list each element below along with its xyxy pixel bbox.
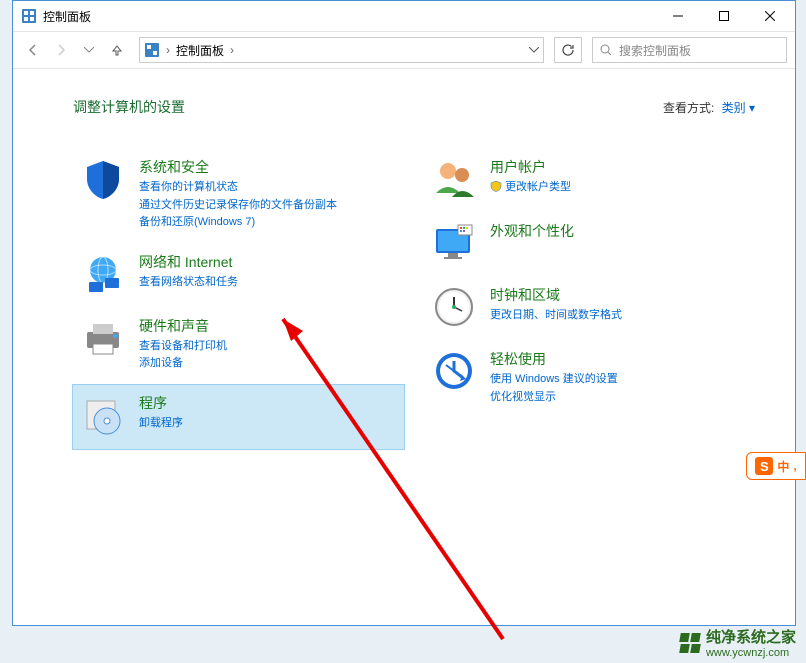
view-by: 查看方式: 类别 ▾ <box>663 99 755 116</box>
users-icon <box>432 157 476 201</box>
watermark-logo <box>680 633 700 653</box>
watermark-name: 纯净系统之家 <box>706 626 796 647</box>
control-panel-window: 控制面板 › 控制面板 › 搜索控制面板 调整计算机的设置 查看方式: 类别 ▾ <box>12 0 796 626</box>
category-sub[interactable]: 备份和还原(Windows 7) <box>139 214 396 232</box>
category-title[interactable]: 硬件和声音 <box>139 316 396 336</box>
address-bar[interactable]: › 控制面板 › <box>139 37 544 63</box>
category-title[interactable]: 时钟和区域 <box>490 285 747 305</box>
search-placeholder: 搜索控制面板 <box>619 42 691 59</box>
close-button[interactable] <box>747 1 793 31</box>
category-sub[interactable]: 添加设备 <box>139 355 396 373</box>
maximize-button[interactable] <box>701 1 747 31</box>
category-title[interactable]: 用户帐户 <box>490 157 747 177</box>
recent-dropdown[interactable] <box>77 38 101 62</box>
category-sub[interactable]: 使用 Windows 建议的设置 <box>490 371 747 389</box>
up-button[interactable] <box>105 38 129 62</box>
category-user-accounts[interactable]: 用户帐户 更改帐户类型 <box>424 149 755 213</box>
refresh-button[interactable] <box>554 37 582 63</box>
ime-badge[interactable]: S 中 , <box>746 452 806 480</box>
category-sub[interactable]: 优化视觉显示 <box>490 389 747 407</box>
category-sub[interactable]: 查看网络状态和任务 <box>139 274 396 292</box>
category-sub[interactable]: 卸载程序 <box>139 415 396 433</box>
category-appearance[interactable]: 外观和个性化 <box>424 213 755 277</box>
breadcrumb-sep: › <box>166 43 170 57</box>
category-sub[interactable]: 查看设备和打印机 <box>139 338 396 356</box>
ease-icon <box>432 349 476 393</box>
monitor-icon <box>432 221 476 265</box>
category-sub[interactable]: 更改日期、时间或数字格式 <box>490 307 747 325</box>
back-button[interactable] <box>21 38 45 62</box>
disc-icon <box>81 393 125 437</box>
minimize-button[interactable] <box>655 1 701 31</box>
content-area: 调整计算机的设置 查看方式: 类别 ▾ 系统和安全 查看你的计算机状态 通过文件… <box>13 69 795 625</box>
control-panel-icon <box>21 8 37 24</box>
ime-label: 中 <box>777 458 789 475</box>
view-by-dropdown[interactable]: 类别 ▾ <box>722 101 755 115</box>
control-panel-icon <box>144 42 160 58</box>
category-hardware-sound[interactable]: 硬件和声音 查看设备和打印机 添加设备 <box>73 308 404 385</box>
category-title[interactable]: 网络和 Internet <box>139 252 396 272</box>
category-title[interactable]: 外观和个性化 <box>490 221 747 241</box>
window-title: 控制面板 <box>43 8 655 25</box>
search-icon <box>599 43 613 57</box>
navbar: › 控制面板 › 搜索控制面板 <box>13 31 795 69</box>
clock-icon <box>432 285 476 329</box>
sogou-icon: S <box>755 457 773 475</box>
shield-icon <box>81 157 125 201</box>
category-title[interactable]: 程序 <box>139 393 396 413</box>
left-column: 系统和安全 查看你的计算机状态 通过文件历史记录保存你的文件备份副本 备份和还原… <box>73 149 404 449</box>
watermark: 纯净系统之家 www.ycwnzj.com <box>680 626 796 659</box>
view-by-label: 查看方式: <box>663 101 714 115</box>
printer-icon <box>81 316 125 360</box>
category-system-security[interactable]: 系统和安全 查看你的计算机状态 通过文件历史记录保存你的文件备份副本 备份和还原… <box>73 149 404 244</box>
category-ease-of-access[interactable]: 轻松使用 使用 Windows 建议的设置 优化视觉显示 <box>424 341 755 418</box>
breadcrumb-sep: › <box>230 43 234 57</box>
category-clock-region[interactable]: 时钟和区域 更改日期、时间或数字格式 <box>424 277 755 341</box>
category-sub[interactable]: 更改帐户类型 <box>490 179 747 197</box>
right-column: 用户帐户 更改帐户类型 外观和个性化 时钟和区域 更改日期、时间或数字格式 <box>424 149 755 449</box>
watermark-url: www.ycwnzj.com <box>706 647 796 659</box>
category-title[interactable]: 系统和安全 <box>139 157 396 177</box>
category-sub[interactable]: 查看你的计算机状态 <box>139 179 396 197</box>
category-programs[interactable]: 程序 卸载程序 <box>73 385 404 449</box>
breadcrumb-item[interactable]: 控制面板 <box>176 42 224 59</box>
category-title[interactable]: 轻松使用 <box>490 349 747 369</box>
category-sub[interactable]: 通过文件历史记录保存你的文件备份副本 <box>139 197 396 215</box>
forward-button[interactable] <box>49 38 73 62</box>
globe-icon <box>81 252 125 296</box>
titlebar: 控制面板 <box>13 1 795 31</box>
address-dropdown-icon[interactable] <box>529 47 539 53</box>
page-heading: 调整计算机的设置 <box>73 97 663 117</box>
search-input[interactable]: 搜索控制面板 <box>592 37 787 63</box>
category-network-internet[interactable]: 网络和 Internet 查看网络状态和任务 <box>73 244 404 308</box>
